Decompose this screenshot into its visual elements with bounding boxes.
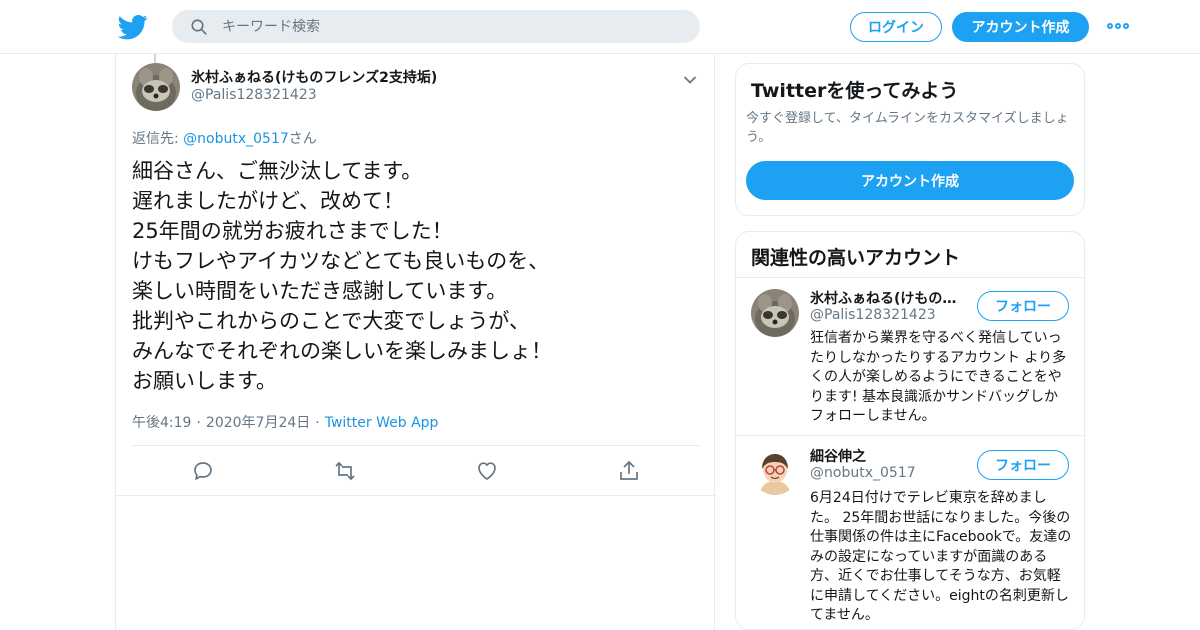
separator: · <box>315 415 320 431</box>
signup-card: Twitterを使ってみよう 今すぐ登録して、タイムラインをカスタマイズしましょ… <box>735 63 1085 216</box>
related-account-handle[interactable]: @nobutx_0517 <box>810 465 916 481</box>
reply-icon[interactable] <box>191 459 215 483</box>
tweet-time[interactable]: 午後4:19 <box>132 415 191 431</box>
create-account-button[interactable]: アカウント作成 <box>746 161 1074 200</box>
share-icon[interactable] <box>617 459 641 483</box>
search-input[interactable] <box>222 10 682 43</box>
tweet-author-name[interactable]: 氷村ふぁねる(けものフレンズ2支持垢) <box>191 67 437 87</box>
tweet-source-link[interactable]: Twitter Web App <box>325 415 439 431</box>
related-account-name[interactable]: 氷村ふぁねる(けもの… <box>810 288 970 308</box>
like-heart-icon[interactable] <box>475 459 499 483</box>
search-bar <box>172 10 700 43</box>
top-navigation-bar: ログイン アカウント作成 <box>0 0 1200 54</box>
reply-suffix: さん <box>288 131 317 147</box>
reply-context: 返信先: @nobutx_0517さん <box>132 128 317 148</box>
login-button[interactable]: ログイン <box>850 12 942 42</box>
related-account-bio: 狂信者から業界を守るべく発信していったりしなかったりするアカウント より多くの人… <box>810 330 1067 424</box>
related-account-name[interactable]: 細谷伸之 <box>810 446 970 466</box>
signup-button[interactable]: アカウント作成 <box>952 12 1089 42</box>
divider <box>736 277 1084 278</box>
tweet-detail: 氷村ふぁねる(けものフレンズ2支持垢) @Palis128321423 返信先:… <box>115 54 716 630</box>
twitter-bird-icon[interactable] <box>117 12 148 42</box>
tweet-metadata: 午後4:19 · 2020年7月24日 · Twitter Web App <box>132 412 438 432</box>
reply-handle-link[interactable]: @nobutx_0517 <box>183 131 289 147</box>
tweet-actions <box>116 446 716 494</box>
separator: · <box>196 415 201 431</box>
divider <box>736 435 1084 436</box>
follow-button[interactable]: フォロー <box>977 291 1069 321</box>
search-icon <box>190 18 208 36</box>
tweet-author-handle[interactable]: @Palis128321423 <box>191 87 317 103</box>
avatar[interactable] <box>751 289 799 337</box>
chevron-down-icon[interactable] <box>683 70 697 84</box>
related-accounts-card: 関連性の高いアカウント 氷村ふぁねる(けもの… @Palis128321423 … <box>735 231 1085 630</box>
avatar[interactable] <box>751 447 799 495</box>
reply-prefix: 返信先: <box>132 131 184 147</box>
tweet-date[interactable]: 2020年7月24日 <box>206 415 310 431</box>
related-account-bio: 6月24日付けでテレビ東京を辞めました。 25年間お世話になりました。今後の仕事… <box>810 490 1072 623</box>
retweet-icon[interactable] <box>333 459 357 483</box>
follow-button[interactable]: フォロー <box>977 450 1069 480</box>
signup-card-description: 今すぐ登録して、タイムラインをカスタマイズしましょう。 <box>746 111 1069 145</box>
divider <box>116 495 716 496</box>
avatar[interactable] <box>132 63 180 111</box>
more-options-icon[interactable] <box>1107 18 1129 34</box>
tweet-text: 細谷さん、ご無沙汰してます。 遅れましたがけど、改めて！ 25年間の就労お疲れさ… <box>132 159 552 393</box>
related-accounts-title: 関連性の高いアカウント <box>751 247 961 269</box>
signup-card-title: Twitterを使ってみよう <box>751 80 959 102</box>
related-account-handle[interactable]: @Palis128321423 <box>810 307 936 323</box>
